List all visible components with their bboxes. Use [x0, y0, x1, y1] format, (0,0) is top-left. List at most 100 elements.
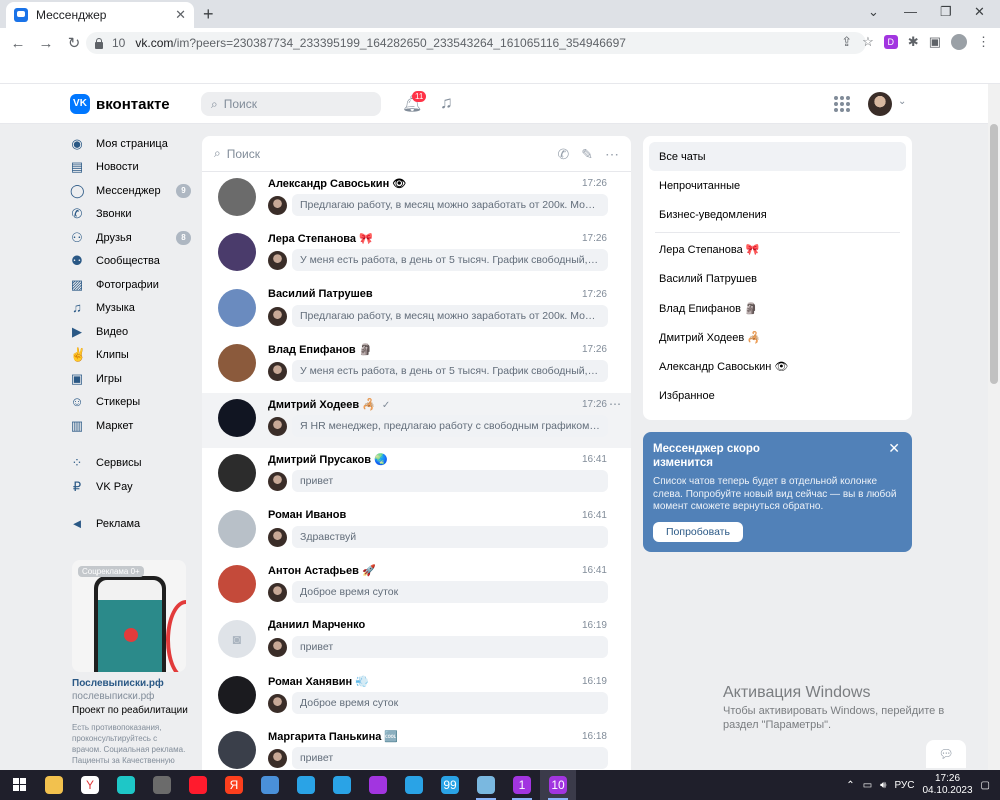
nav-item[interactable]: ⚉ Сообщества	[70, 250, 195, 274]
folder-item[interactable]: Лера Степанова 🎀	[649, 235, 906, 264]
header-search-input[interactable]	[223, 97, 364, 111]
bookmark-star-icon[interactable]: ☆	[862, 34, 874, 50]
taskbar-app[interactable]: Я	[216, 770, 252, 800]
nav-item[interactable]: ◄ Реклама	[70, 513, 195, 537]
chat-avatar[interactable]	[218, 399, 256, 438]
chat-row[interactable]: ◙ Даниил Марченко 16:19 привет	[202, 614, 631, 669]
nav-item[interactable]: ▨ Фотографии	[70, 273, 195, 297]
network-icon[interactable]: ▭	[863, 780, 872, 791]
taskbar-app[interactable]	[144, 770, 180, 800]
folder-item[interactable]: Все чаты	[649, 142, 906, 172]
taskbar-app[interactable]	[396, 770, 432, 800]
folder-item[interactable]: Влад Епифанов 🗿	[649, 293, 906, 322]
minimize-icon[interactable]: —	[904, 4, 917, 19]
browser-tab[interactable]: Мессенджер ✕	[6, 2, 194, 28]
chat-avatar[interactable]	[218, 565, 256, 604]
user-avatar[interactable]	[868, 92, 892, 116]
compose-icon[interactable]: ✎	[581, 146, 593, 163]
chat-row[interactable]: Антон Астафьев 🚀 16:41 Доброе время суток	[202, 559, 631, 614]
chat-row[interactable]: Александр Савоськин 👁 17:26 Предлагаю рабо…	[202, 172, 631, 227]
ad-domain[interactable]: послевыписки.рф	[72, 691, 154, 702]
folder-item[interactable]: Василий Патрушев	[649, 264, 906, 293]
nav-item[interactable]: ▤ Новости	[70, 156, 195, 180]
taskbar-app[interactable]: Y	[72, 770, 108, 800]
nav-item[interactable]: ✆ Звонки	[70, 203, 195, 227]
chat-avatar[interactable]	[218, 509, 256, 548]
music-note-icon[interactable]: ♫	[440, 93, 453, 113]
chat-row[interactable]: Дмитрий Прусаков 🌏 16:41 привет	[202, 448, 631, 503]
chat-row[interactable]: Роман Ханявин 💨 16:19 Доброе время суток	[202, 670, 631, 725]
taskbar-app[interactable]	[108, 770, 144, 800]
vk-logo[interactable]: VK вконтакте	[70, 94, 170, 114]
more-dots-icon[interactable]: ⋯	[605, 146, 619, 163]
more-dots-icon[interactable]: ⋯	[609, 397, 621, 411]
chat-avatar[interactable]	[218, 730, 256, 769]
folder-item[interactable]: Дмитрий Ходеев 🦂	[649, 323, 906, 352]
ad-headline[interactable]: Проект по реабилитации	[72, 705, 188, 716]
folder-item[interactable]: Непрочитанные	[649, 171, 906, 200]
chat-search-input[interactable]	[226, 146, 527, 161]
chat-avatar[interactable]	[218, 288, 256, 327]
chat-row[interactable]: Дмитрий Ходеев 🦂 ✓ 17:26 Я HR менеджер, пре…	[202, 393, 631, 449]
close-tab-icon[interactable]: ✕	[175, 7, 186, 23]
chat-avatar[interactable]	[218, 675, 256, 714]
nav-item[interactable]: ♫ Музыка	[70, 297, 195, 321]
nav-item[interactable]: ✌ Клипы	[70, 344, 195, 368]
taskbar-app[interactable]	[324, 770, 360, 800]
language-indicator[interactable]: РУС	[894, 780, 914, 791]
taskbar-app[interactable]: 10	[540, 770, 576, 800]
windows-start-icon[interactable]	[0, 770, 36, 800]
page-scrollbar[interactable]	[988, 84, 1000, 770]
folder-item[interactable]: Александр Савоськин 👁	[649, 352, 906, 381]
new-call-icon[interactable]: ✆	[558, 146, 570, 163]
taskbar-app[interactable]	[468, 770, 504, 800]
chevron-down-icon[interactable]: ⌄	[868, 4, 879, 20]
try-button[interactable]: Попробовать	[653, 521, 743, 542]
chat-avatar[interactable]	[218, 233, 256, 272]
volume-icon[interactable]: 🔊︎	[880, 780, 886, 791]
chevron-down-icon[interactable]: ⌄	[898, 96, 906, 107]
nav-item[interactable]: ▶ Видео	[70, 320, 195, 344]
chat-avatar[interactable]	[218, 178, 256, 216]
nav-item[interactable]: ▣ Игры	[70, 367, 195, 391]
share-icon[interactable]: ⇪	[841, 34, 852, 50]
header-search[interactable]: ⌕	[201, 92, 381, 116]
ad-image[interactable]: Соцреклама 0+	[72, 560, 186, 672]
chat-row[interactable]: Роман Иванов 16:41 Здравствуй	[202, 504, 631, 559]
extension-icon[interactable]: D	[883, 35, 898, 49]
address-bar[interactable]: 10 vk.com /im?peers=230387734_233395199_…	[86, 32, 866, 54]
nav-item[interactable]: ◯ Мессенджер 9	[70, 179, 195, 203]
menu-dots-icon[interactable]: ⋮	[977, 34, 990, 50]
nav-item[interactable]: ⚇ Друзья 8	[70, 226, 195, 250]
puzzle-icon[interactable]: ✱	[908, 34, 919, 50]
nav-item[interactable]: ▥ Маркет	[70, 414, 195, 438]
chat-row[interactable]: Влад Епифанов 🗿 17:26 У меня есть работа, …	[202, 338, 631, 393]
ad-title[interactable]: Послевыписки.рф	[72, 678, 164, 689]
restore-icon[interactable]: ❐	[940, 4, 952, 20]
apps-grid-icon[interactable]	[834, 96, 850, 112]
taskbar-app[interactable]	[180, 770, 216, 800]
scrollbar-thumb[interactable]	[990, 124, 998, 384]
chat-bubble-icon[interactable]: 💬︎	[926, 740, 966, 768]
taskbar-app[interactable]	[360, 770, 396, 800]
nav-item[interactable]: ₽ VK Pay	[70, 475, 195, 499]
chat-row[interactable]: Маргарита Панькина 🆒 16:18 привет	[202, 725, 631, 770]
folder-item[interactable]: Избранное	[649, 381, 906, 410]
taskbar-app[interactable]	[288, 770, 324, 800]
taskbar-app[interactable]	[252, 770, 288, 800]
profile-avatar[interactable]	[951, 34, 967, 50]
clock[interactable]: 17:26 04.10.2023	[922, 773, 972, 797]
nav-item[interactable]: ◉ Моя страница	[70, 132, 195, 156]
folder-item[interactable]: Бизнес-уведомления	[649, 201, 906, 230]
chat-row[interactable]: Василий Патрушев 17:26 Предлагаю работу, в…	[202, 283, 631, 338]
back-icon[interactable]: ←	[4, 35, 32, 52]
sidepanel-icon[interactable]: ▣	[929, 34, 941, 50]
tray-apps-icon[interactable]: ⌃	[846, 780, 854, 791]
taskbar-app[interactable]	[36, 770, 72, 800]
close-window-icon[interactable]: ✕	[974, 4, 985, 20]
nav-item[interactable]: ⁘ Сервисы	[70, 452, 195, 476]
close-icon[interactable]: ✕	[888, 440, 900, 457]
chat-row[interactable]: Лера Степанова 🎀 17:26 У меня есть работа,…	[202, 227, 631, 282]
chat-avatar[interactable]	[218, 454, 256, 493]
nav-item[interactable]: ☺ Стикеры	[70, 391, 195, 415]
